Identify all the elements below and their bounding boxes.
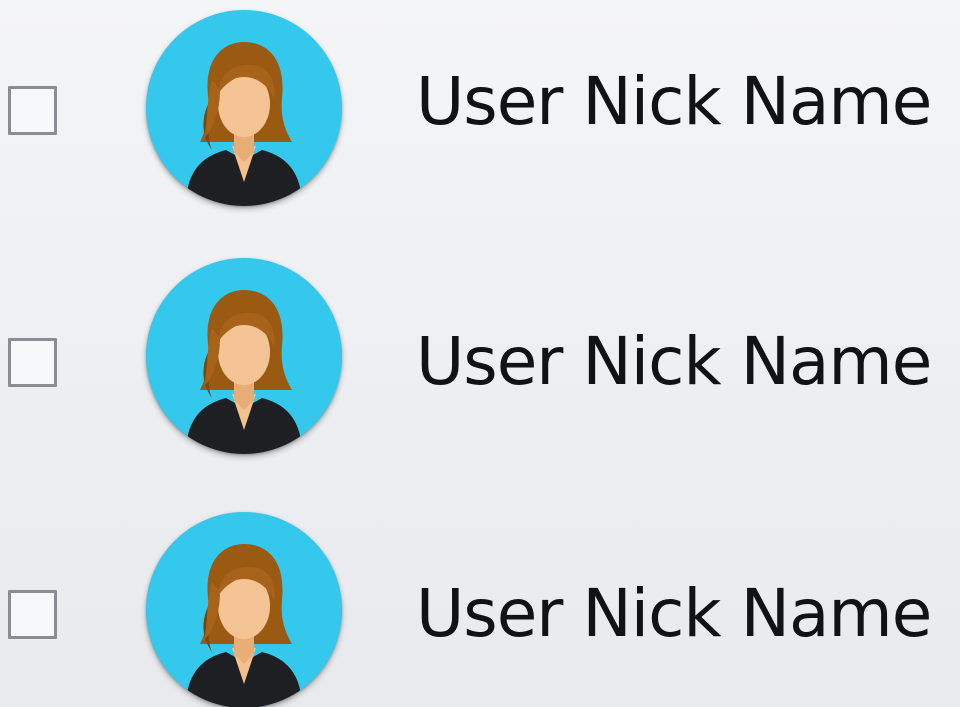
avatar[interactable] <box>146 258 342 454</box>
user-nick-name: User Nick Name <box>416 323 932 400</box>
user-select-checkbox[interactable] <box>8 590 57 639</box>
female-user-icon <box>186 290 302 454</box>
user-row[interactable]: User Nick Name <box>0 0 960 206</box>
user-select-checkbox[interactable] <box>8 86 57 135</box>
user-list: User Nick Name User Nick Name User Nick … <box>0 0 960 707</box>
user-select-checkbox[interactable] <box>8 338 57 387</box>
user-nick-name: User Nick Name <box>416 575 932 652</box>
avatar[interactable] <box>146 10 342 206</box>
user-row[interactable]: User Nick Name <box>0 508 960 707</box>
female-user-icon <box>186 544 302 707</box>
avatar[interactable] <box>146 512 342 707</box>
female-user-icon <box>186 42 302 206</box>
user-nick-name: User Nick Name <box>416 63 932 140</box>
user-row[interactable]: User Nick Name <box>0 252 960 454</box>
